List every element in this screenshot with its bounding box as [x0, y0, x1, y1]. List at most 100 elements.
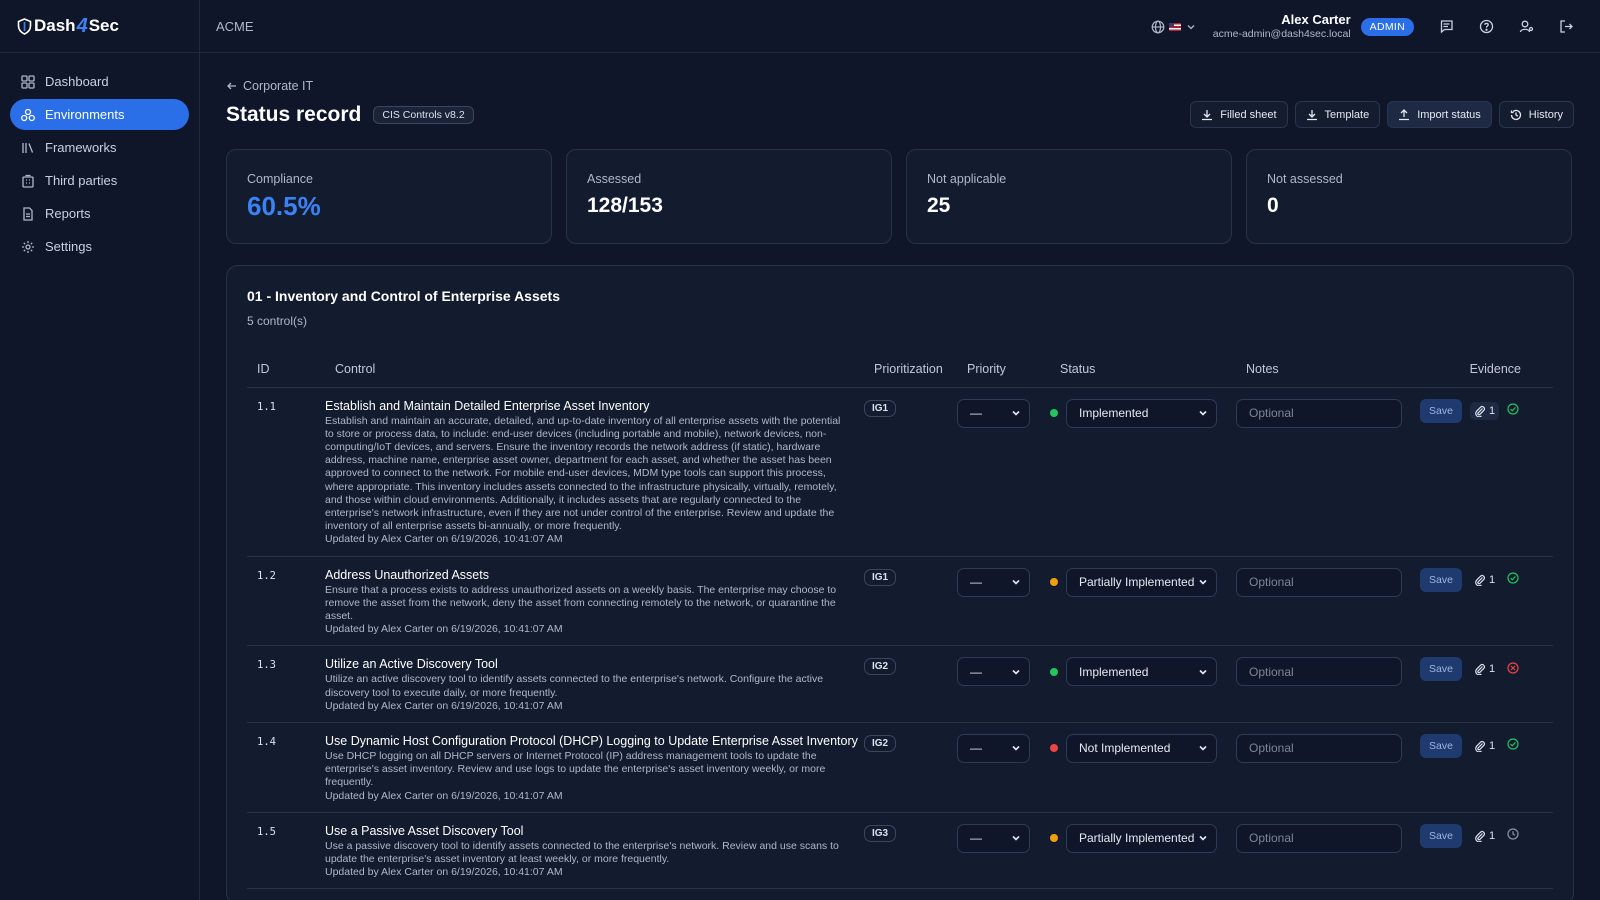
- paperclip-icon: [1475, 405, 1485, 417]
- control-title: Use Dynamic Host Configuration Protocol …: [325, 733, 858, 748]
- control-title: Utilize an Active Discovery Tool: [325, 657, 498, 672]
- status-select[interactable]: Partially Implemented: [1066, 823, 1217, 853]
- status-select[interactable]: Implemented: [1066, 657, 1217, 687]
- control-description: Use DHCP logging on all DHCP servers or …: [325, 749, 826, 789]
- controls-table: ID Control Prioritization Priority Statu…: [247, 352, 1553, 890]
- sidebar-item-frameworks[interactable]: Frameworks: [10, 132, 189, 163]
- save-button[interactable]: Save: [1420, 733, 1462, 758]
- language-selector[interactable]: [1151, 20, 1197, 34]
- compliance-value: 60.5%: [247, 191, 321, 221]
- evidence-group: Save 1: [1420, 567, 1553, 592]
- framework-badge: CIS Controls v8.2: [373, 106, 474, 124]
- sidebar-item-reports[interactable]: Reports: [10, 198, 189, 229]
- attachment-button[interactable]: 1: [1470, 660, 1499, 678]
- control-description: Establish and maintain an accurate, deta…: [325, 414, 841, 533]
- chevron-down-icon: [1012, 410, 1020, 416]
- control-id: 1.2: [247, 556, 325, 647]
- priority-select[interactable]: —: [957, 733, 1030, 763]
- app-name-prefix: Dash: [34, 16, 76, 35]
- sidebar-item-dashboard[interactable]: Dashboard: [10, 66, 189, 97]
- account-button[interactable]: [1506, 0, 1546, 53]
- priority-select[interactable]: —: [957, 567, 1030, 597]
- document-icon: [23, 206, 33, 221]
- status-cell: Implemented: [1050, 645, 1236, 723]
- notes-input[interactable]: [1236, 398, 1402, 428]
- history-button[interactable]: History: [1498, 101, 1574, 128]
- control-description: Use a passive discovery tool to identify…: [325, 839, 839, 865]
- control-updated: Updated by Alex Carter on 6/19/2026, 10:…: [325, 533, 563, 546]
- back-link[interactable]: Corporate IT: [226, 79, 1574, 93]
- sidebar: Dash 4 Sec Dashboard Environments Framewor…: [0, 0, 200, 900]
- notes-input[interactable]: [1236, 657, 1402, 687]
- notes-input[interactable]: [1236, 733, 1402, 763]
- prioritization-cell: IG1: [864, 387, 957, 557]
- page-title: Status record: [226, 103, 362, 126]
- priority-select[interactable]: —: [957, 823, 1030, 853]
- attachment-button[interactable]: 1: [1470, 571, 1499, 589]
- evidence-group: Save 1: [1420, 657, 1553, 682]
- not-assessed-value: 0: [1267, 194, 1279, 217]
- control-description: Utilize an active discovery tool to iden…: [325, 673, 824, 699]
- help-icon: [1479, 19, 1493, 34]
- template-button[interactable]: Template: [1294, 101, 1381, 128]
- column-header-priority: Priority: [957, 352, 1050, 388]
- status-group: Partially Implemented: [1050, 823, 1236, 853]
- status-select[interactable]: Not Implemented: [1066, 733, 1217, 763]
- controls-table-body: 1.1 Establish and Maintain Detailed Ente…: [247, 387, 1553, 890]
- attachment-button[interactable]: 1: [1470, 737, 1499, 755]
- priority-select[interactable]: —: [957, 657, 1030, 687]
- control-id: 1.5: [247, 812, 325, 890]
- control-cell: Use a Passive Asset Discovery Tool Use a…: [325, 812, 864, 890]
- save-button[interactable]: Save: [1420, 657, 1462, 682]
- help-button[interactable]: [1466, 0, 1506, 53]
- priority-value: —: [970, 741, 982, 756]
- evidence-cell: Save 1: [1420, 722, 1553, 813]
- status-value: Partially Implemented: [1079, 831, 1195, 846]
- check-circle-icon: [1507, 403, 1519, 415]
- sidebar-item-label: Dashboard: [45, 74, 109, 89]
- import-status-label: Import status: [1417, 108, 1481, 121]
- logout-button[interactable]: [1546, 0, 1586, 53]
- chevron-down-icon: [1199, 669, 1207, 675]
- template-label: Template: [1324, 108, 1370, 121]
- control-title: Establish and Maintain Detailed Enterpri…: [325, 398, 650, 413]
- check-circle-icon: [1507, 572, 1519, 584]
- status-select[interactable]: Implemented: [1066, 398, 1217, 428]
- status-cell: Partially Implemented: [1050, 812, 1236, 890]
- clock-icon: [1507, 828, 1519, 840]
- topbar: ACME Alex Carter acme-admin@dash4sec.loc…: [200, 0, 1600, 53]
- priority-cell: —: [957, 645, 1050, 723]
- notes-input[interactable]: [1236, 823, 1402, 853]
- status-select[interactable]: Partially Implemented: [1066, 567, 1217, 597]
- evidence-group: Save 1: [1420, 823, 1553, 848]
- save-button[interactable]: Save: [1420, 398, 1462, 423]
- column-header-notes: Notes: [1236, 352, 1420, 388]
- attachment-button[interactable]: 1: [1470, 827, 1499, 845]
- save-button[interactable]: Save: [1420, 823, 1462, 848]
- status-group: Implemented: [1050, 657, 1236, 687]
- attachment-count: 1: [1489, 829, 1496, 842]
- evidence-group: Save 1: [1420, 733, 1553, 758]
- sidebar-item-environments[interactable]: Environments: [10, 99, 189, 130]
- back-link-label: Corporate IT: [243, 79, 314, 93]
- main-content: Corporate IT Status record CIS Controls …: [226, 53, 1574, 900]
- save-button[interactable]: Save: [1420, 567, 1462, 592]
- prioritization-cell: IG2: [864, 645, 957, 723]
- sidebar-item-settings[interactable]: Settings: [10, 231, 189, 262]
- chevron-down-icon: [1199, 836, 1207, 841]
- app-logo[interactable]: Dash 4 Sec: [0, 0, 199, 53]
- control-id: 1.4: [247, 722, 325, 813]
- us-flag-icon: [1168, 22, 1181, 31]
- attachment-button[interactable]: 1: [1470, 401, 1500, 420]
- priority-select[interactable]: —: [957, 398, 1030, 428]
- status-value: Implemented: [1079, 406, 1149, 420]
- status-group: Implemented: [1050, 398, 1236, 428]
- import-status-button[interactable]: Import status: [1387, 101, 1492, 128]
- notes-input[interactable]: [1236, 567, 1402, 597]
- filled-sheet-button[interactable]: Filled sheet: [1190, 101, 1288, 128]
- evidence-cell: Save 1: [1420, 812, 1553, 890]
- sidebar-item-third-parties[interactable]: Third parties: [10, 165, 189, 196]
- messages-button[interactable]: [1426, 0, 1466, 53]
- control-cell: Address Unauthorized Assets Ensure that …: [325, 556, 864, 647]
- topbar-right: Alex Carter acme-admin@dash4sec.local AD…: [1151, 0, 1600, 53]
